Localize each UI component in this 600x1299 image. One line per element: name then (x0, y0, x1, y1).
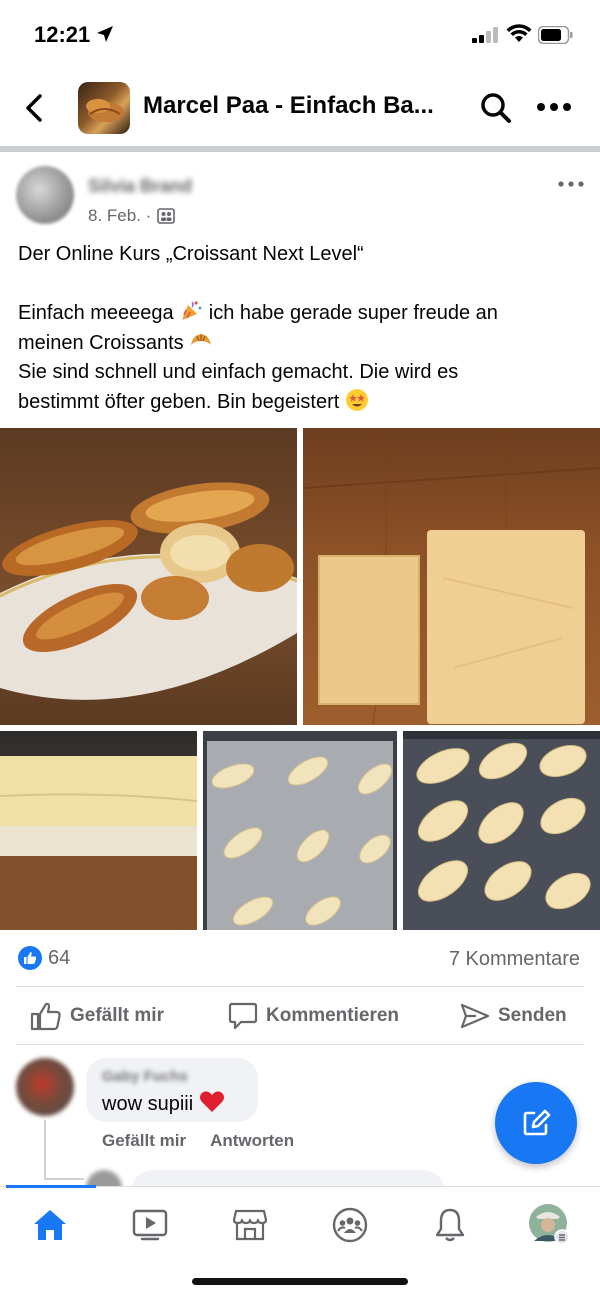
send-icon (460, 1003, 490, 1029)
heart-icon (199, 1091, 224, 1112)
post-line-3: Sie sind schnell und einfach gemacht. Di… (18, 361, 459, 383)
commenter-avatar[interactable] (16, 1058, 74, 1116)
status-time: 12:21 (34, 22, 91, 47)
post-meta: 8. Feb. · (88, 206, 176, 226)
thread-line (44, 1178, 84, 1180)
post-date[interactable]: 8. Feb. · (88, 206, 151, 226)
send-button[interactable]: Senden (460, 994, 567, 1038)
page-title[interactable]: Marcel Paa - Einfach Ba... (143, 92, 443, 120)
comments-count[interactable]: 7 Kommentare (449, 948, 580, 971)
profile-avatar-icon (529, 1204, 570, 1245)
post-more-icon[interactable] (558, 181, 584, 187)
post-actions: Gefällt mir Kommentieren Senden (0, 994, 600, 1040)
author-avatar[interactable] (16, 166, 74, 224)
photo-shaped-croissants-tray[interactable] (203, 731, 397, 930)
post-line-title: Der Online Kurs „Croissant Next Level“ (18, 243, 364, 265)
comment-icon (228, 1002, 258, 1030)
photo-croissants-plate[interactable] (0, 428, 297, 725)
tab-groups[interactable] (328, 1205, 372, 1245)
divider (16, 1044, 584, 1045)
tab-profile-menu[interactable] (528, 1204, 572, 1245)
comment-actions: Gefällt mir Antworten (102, 1131, 294, 1151)
thread-line (44, 1120, 46, 1180)
active-tab-indicator (6, 1185, 96, 1188)
comment-author[interactable]: Gaby Fuchs (102, 1068, 188, 1085)
party-popper-icon (182, 301, 202, 320)
back-arrow-icon[interactable] (20, 92, 48, 124)
reactions-count: 64 (48, 946, 71, 969)
like-reaction-icon (18, 946, 42, 970)
like-icon (30, 1002, 61, 1031)
post-line-1: Einfach meeeega ich habe gerade super fr… (18, 299, 588, 329)
group-audience-icon (157, 208, 176, 224)
tab-video[interactable] (128, 1205, 172, 1245)
home-indicator[interactable] (192, 1278, 408, 1285)
cellular-signal-icon (472, 27, 498, 43)
croissant-icon (191, 333, 212, 345)
comment-button[interactable]: Kommentieren (228, 994, 399, 1038)
post-text: Der Online Kurs „Croissant Next Level“ E… (18, 240, 588, 417)
post-line-4: bestimmt öfter geben. Bin begeistert (18, 388, 588, 418)
comment-like-button[interactable]: Gefällt mir (102, 1131, 186, 1151)
page-header: Marcel Paa - Einfach Ba... (0, 70, 600, 146)
home-icon (34, 1210, 66, 1240)
star-struck-icon (345, 388, 368, 411)
bell-icon (435, 1208, 465, 1242)
wifi-icon (506, 24, 532, 42)
post-line-2: meinen Croissants (18, 329, 588, 359)
photo-butter-dough-packs[interactable] (303, 428, 600, 725)
tab-notifications[interactable] (428, 1205, 472, 1245)
more-icon[interactable] (536, 102, 572, 112)
post-author[interactable]: Silvia Brand (88, 176, 192, 197)
compose-button[interactable] (495, 1082, 577, 1164)
comment-bubble[interactable]: Gaby Fuchs wow supiii (86, 1058, 258, 1122)
groups-icon (332, 1207, 368, 1243)
feed-divider (0, 146, 600, 152)
tab-marketplace[interactable] (228, 1205, 272, 1245)
like-button[interactable]: Gefällt mir (30, 994, 164, 1038)
comment-text: wow supiii (102, 1090, 225, 1116)
photo-laminated-dough[interactable] (0, 731, 197, 930)
search-icon[interactable] (480, 92, 512, 124)
marketplace-icon (232, 1209, 268, 1241)
photo-proofed-croissants-tray[interactable] (403, 731, 600, 930)
tab-home[interactable] (28, 1205, 72, 1245)
divider (16, 986, 584, 987)
battery-icon (538, 26, 573, 44)
page-avatar[interactable] (78, 82, 130, 134)
compose-icon (523, 1109, 551, 1136)
reactions-summary[interactable]: 64 (18, 946, 70, 970)
comment-reply-button[interactable]: Antworten (210, 1131, 294, 1151)
location-arrow-icon (97, 26, 113, 42)
video-icon (132, 1209, 168, 1241)
status-bar: 12:21 (0, 0, 600, 70)
